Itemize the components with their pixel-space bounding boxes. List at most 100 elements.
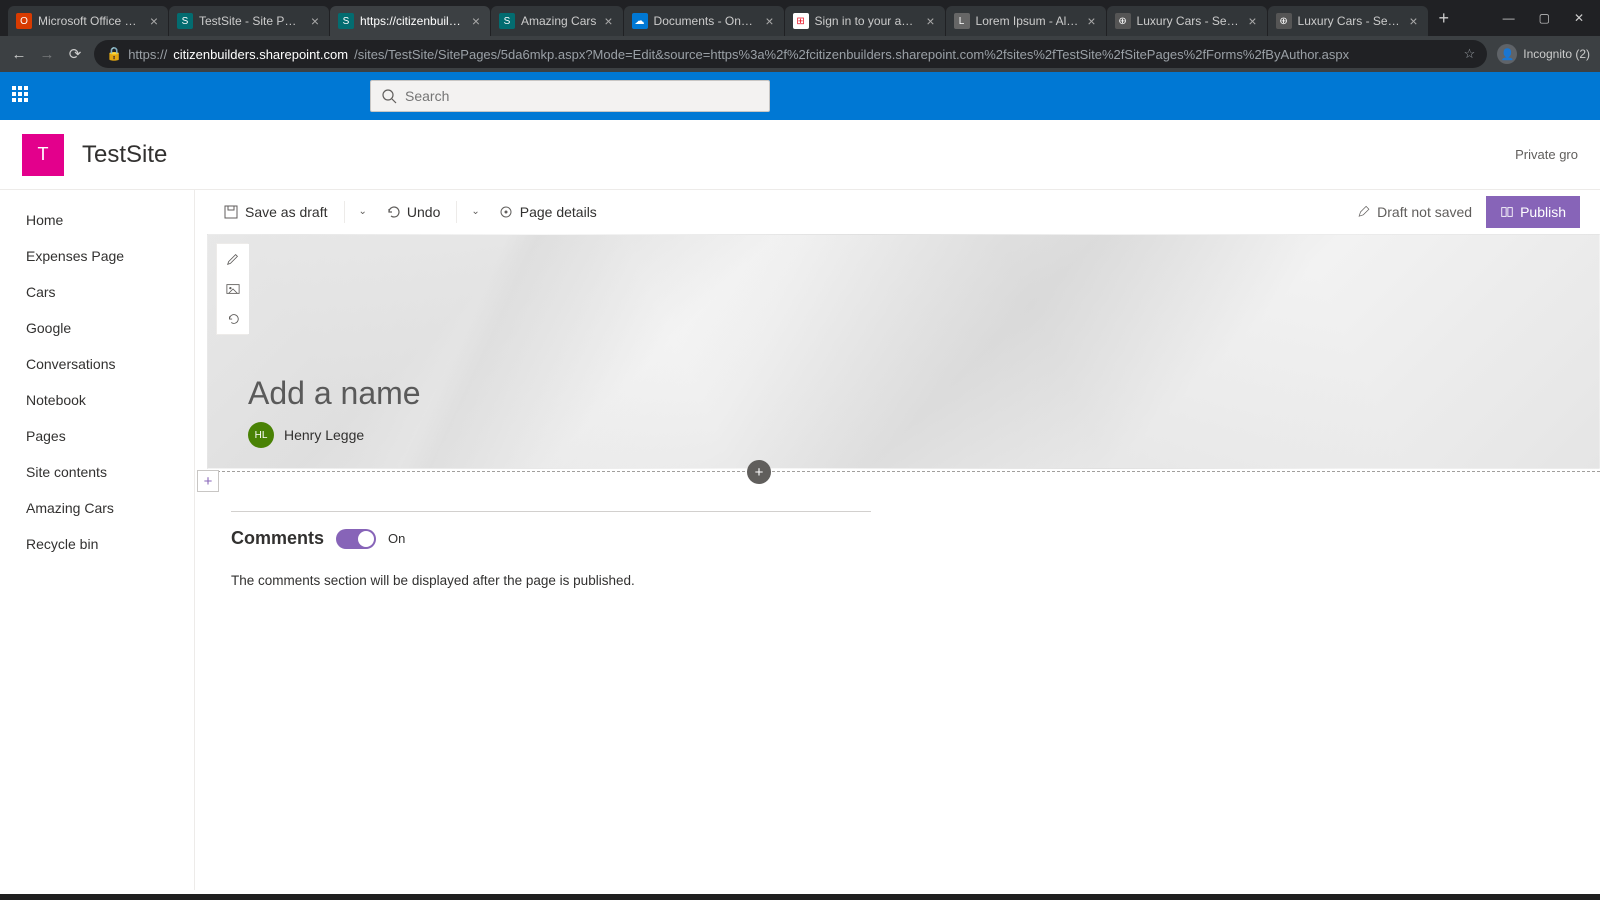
undo-icon — [385, 204, 401, 220]
incognito-label: Incognito (2) — [1523, 47, 1590, 61]
incognito-indicator[interactable]: 👤 Incognito (2) — [1497, 44, 1590, 64]
forward-icon[interactable]: → — [38, 46, 56, 63]
maximize-icon[interactable]: ▢ — [1533, 11, 1556, 25]
draft-status-label: Draft not saved — [1377, 204, 1472, 220]
browser-tab[interactable]: STestSite - Site Pages -× — [169, 6, 329, 36]
publish-icon — [1500, 205, 1514, 219]
favicon: L — [954, 13, 970, 29]
comments-note: The comments section will be displayed a… — [231, 573, 1576, 588]
url-prefix: https:// — [128, 47, 167, 62]
edit-title-button[interactable] — [217, 244, 249, 274]
search-input[interactable] — [405, 88, 759, 104]
site-name[interactable]: TestSite — [82, 141, 167, 169]
tab-title: Microsoft Office Home — [38, 14, 142, 28]
page-canvas: Add a name HL Henry Legge + + Comments O… — [207, 234, 1600, 604]
publish-button[interactable]: Publish — [1486, 196, 1580, 228]
url-path: /sites/TestSite/SitePages/5da6mkp.aspx?M… — [354, 47, 1349, 62]
nav-item-google[interactable]: Google — [0, 310, 194, 346]
site-logo[interactable]: T — [22, 134, 64, 176]
undo-dropdown-chevron-icon[interactable]: ⌄ — [465, 206, 485, 217]
browser-tab[interactable]: OMicrosoft Office Home× — [8, 6, 168, 36]
new-tab-button[interactable]: + — [1429, 8, 1460, 29]
browser-tab[interactable]: ⊕ Luxury Cars - Sedans, × — [1268, 6, 1428, 36]
save-dropdown-chevron-icon[interactable]: ⌄ — [353, 206, 373, 217]
app-launcher-icon[interactable] — [12, 86, 32, 106]
browser-tab[interactable]: ⊕Luxury Cars - Sedans,× — [1107, 6, 1267, 36]
draft-status: Draft not saved — [1357, 204, 1482, 220]
left-nav: Home Expenses Page Cars Google Conversat… — [0, 190, 195, 890]
nav-item-site-contents[interactable]: Site contents — [0, 454, 194, 490]
close-icon[interactable]: × — [924, 12, 936, 30]
favicon: S — [499, 13, 515, 29]
separator — [456, 201, 457, 223]
tab-title: Luxury Cars - Sedans, — [1298, 14, 1402, 28]
separator — [344, 201, 345, 223]
suite-header — [0, 72, 1600, 120]
section-divider: + — [207, 471, 1600, 493]
url-host: citizenbuilders.sharepoint.com — [173, 47, 348, 62]
close-icon[interactable]: × — [602, 12, 614, 30]
windows-taskbar[interactable] — [0, 894, 1600, 900]
nav-item-home[interactable]: Home — [0, 202, 194, 238]
browser-tab[interactable]: ⊞Sign in to your accoun× — [785, 6, 945, 36]
close-window-icon[interactable]: ✕ — [1568, 11, 1590, 25]
close-icon[interactable]: × — [763, 12, 775, 30]
page-author[interactable]: HL Henry Legge — [248, 422, 364, 448]
nav-item-recycle-bin[interactable]: Recycle bin — [0, 526, 194, 562]
nav-item-pages[interactable]: Pages — [0, 418, 194, 454]
tab-title: TestSite - Site Pages - — [199, 14, 303, 28]
lock-icon: 🔒 — [106, 46, 122, 62]
reset-icon — [226, 312, 240, 326]
add-section-button[interactable]: + — [197, 470, 219, 492]
address-bar: ← → ⟳ 🔒 https:// citizenbuilders.sharepoi… — [0, 36, 1600, 72]
add-webpart-button[interactable]: + — [747, 460, 771, 484]
close-icon[interactable]: × — [148, 12, 160, 30]
page-details-button[interactable]: Page details — [490, 198, 605, 226]
close-icon[interactable]: × — [1407, 12, 1419, 30]
tab-title: Lorem Ipsum - All the — [976, 14, 1080, 28]
favicon: ☁ — [632, 13, 648, 29]
nav-item-amazing-cars[interactable]: Amazing Cars — [0, 490, 194, 526]
save-draft-label: Save as draft — [245, 204, 328, 220]
comments-section: Comments On The comments section will be… — [207, 512, 1600, 604]
tab-title: Amazing Cars — [521, 14, 596, 28]
title-toolbar — [216, 243, 248, 335]
minimize-icon[interactable]: — — [1497, 11, 1521, 25]
comments-toggle[interactable] — [336, 529, 376, 549]
nav-item-expenses[interactable]: Expenses Page — [0, 238, 194, 274]
nav-item-cars[interactable]: Cars — [0, 274, 194, 310]
browser-tab[interactable]: ☁Documents - OneDriv× — [624, 6, 784, 36]
url-input[interactable]: 🔒 https:// citizenbuilders.sharepoint.com… — [94, 40, 1487, 68]
close-icon[interactable]: × — [1085, 12, 1097, 30]
nav-item-conversations[interactable]: Conversations — [0, 346, 194, 382]
change-image-button[interactable] — [217, 274, 249, 304]
close-icon[interactable]: × — [470, 12, 482, 30]
save-draft-button[interactable]: Save as draft — [215, 198, 336, 226]
undo-button[interactable]: Undo — [377, 198, 448, 226]
title-region[interactable]: Add a name HL Henry Legge — [207, 234, 1600, 469]
search-box[interactable] — [370, 80, 770, 112]
browser-tab-active[interactable]: Shttps://citizenbuilders × — [330, 6, 490, 36]
reset-button[interactable] — [217, 304, 249, 334]
command-bar: Save as draft ⌄ Undo ⌄ Page details Draf… — [195, 190, 1600, 234]
tab-title: https://citizenbuilders — [360, 14, 464, 28]
undo-label: Undo — [407, 204, 440, 220]
bookmark-star-icon[interactable]: ☆ — [1464, 46, 1476, 62]
page-title-input[interactable]: Add a name — [248, 375, 848, 412]
page-details-label: Page details — [520, 204, 597, 220]
back-icon[interactable]: ← — [10, 46, 28, 63]
page-title-placeholder: Add a name — [248, 375, 421, 411]
favicon: S — [338, 13, 354, 29]
site-privacy-label: Private gro — [1515, 147, 1578, 162]
close-icon[interactable]: × — [309, 12, 321, 30]
nav-item-notebook[interactable]: Notebook — [0, 382, 194, 418]
favicon: ⊕ — [1276, 13, 1292, 29]
hero-background — [208, 235, 1599, 468]
close-icon[interactable]: × — [1246, 12, 1258, 30]
author-name: Henry Legge — [284, 427, 364, 443]
reload-icon[interactable]: ⟳ — [66, 45, 84, 63]
browser-tab[interactable]: L Lorem Ipsum - All the × — [946, 6, 1106, 36]
browser-tab[interactable]: S Amazing Cars × — [491, 6, 623, 36]
browser-tab-strip: OMicrosoft Office Home× STestSite - Site… — [0, 0, 1600, 36]
pencil-icon — [1357, 205, 1371, 219]
